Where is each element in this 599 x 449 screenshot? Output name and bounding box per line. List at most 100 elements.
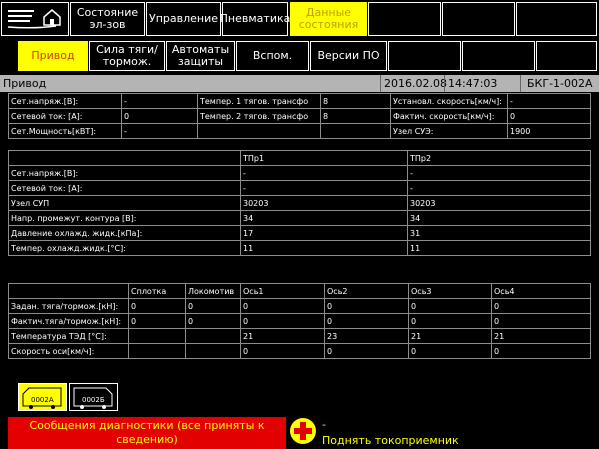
- cell-label: Давление охлажд. жидк.[кПа]:: [8, 225, 241, 241]
- table-row: Давление охлажд. жидк.[кПа]: 17 31: [8, 225, 591, 241]
- cell-value: 0: [324, 343, 409, 359]
- cell-label: Сетевой ток: [А]:: [8, 180, 241, 196]
- table-row: Темпер. охлажд.жидк.[°C]: 11 11: [8, 240, 591, 256]
- cell-value: 0: [128, 313, 186, 329]
- column-header: ТПр1: [240, 150, 408, 166]
- table-row: Скорость оси[км/ч]: 0 0 0 0: [8, 343, 591, 359]
- table-row: Сетевой ток: [А]: - -: [8, 180, 591, 196]
- cell-label: Задан. тяга/тормож.[кН]:: [8, 298, 129, 314]
- cell-value: [320, 123, 391, 139]
- cell-value: 30203: [240, 195, 408, 211]
- cell-value: 11: [407, 240, 591, 256]
- cell-value: 0: [408, 343, 492, 359]
- time-display: 14:47:03: [444, 75, 504, 92]
- column-header: [8, 283, 129, 299]
- loco-section-a-button[interactable]: 0002А: [18, 383, 67, 411]
- tab-empty-2[interactable]: [442, 2, 515, 36]
- cell-label: Сет.Мощность[кВТ]:: [8, 123, 122, 139]
- cell-label: Сет.напряж.[В]:: [8, 165, 241, 181]
- cell-label: Темпер. 1 тягов. трансфо: [197, 93, 321, 109]
- cell-value: [128, 328, 186, 344]
- cell-label: Узел СУП: [8, 195, 241, 211]
- table-row: Сет.напряж.[В]: - Темпер. 1 тягов. транс…: [8, 93, 591, 109]
- cell-label: Темпер. охлажд.жидк.[°C]:: [8, 240, 241, 256]
- cell-label: Сет.напряж.[В]:: [8, 93, 122, 109]
- cell-value: 0: [491, 343, 591, 359]
- menu-home-icon: [7, 9, 61, 29]
- date-display: 2016.02.08: [380, 75, 447, 92]
- tab-auxiliary[interactable]: Вспом.: [236, 41, 309, 71]
- tab-empty-1[interactable]: [368, 2, 441, 36]
- tab-control[interactable]: Управление: [146, 2, 221, 36]
- message-area: - Поднять токоприемник: [320, 417, 599, 449]
- cell-value: 0: [324, 313, 409, 329]
- cell-value: 1900: [507, 123, 591, 139]
- tab-drive[interactable]: Привод: [18, 41, 88, 71]
- cell-value: 0: [408, 298, 492, 314]
- subtab-empty-3[interactable]: [536, 41, 597, 71]
- subtab-empty-1[interactable]: [388, 41, 461, 71]
- cell-value: 0: [491, 313, 591, 329]
- cell-label: Сетевой ток: [А]:: [8, 108, 122, 124]
- diagnostics-messages-button[interactable]: Сообщения диагностики (все приняты к све…: [8, 417, 286, 449]
- cell-value: 0: [185, 298, 241, 314]
- home-button[interactable]: [1, 2, 69, 36]
- locomotive-id: БКГ-1-002А: [520, 75, 599, 92]
- tab-empty-3[interactable]: [516, 2, 597, 36]
- cell-label: Фактич.тяга/тормож.[кН]:: [8, 313, 129, 329]
- cell-label: Фактич. скорость[км/ч]:: [390, 108, 508, 124]
- tab-software-versions[interactable]: Версии ПО: [310, 41, 387, 71]
- tab-pneumatics[interactable]: Пневматика: [220, 2, 290, 36]
- column-header: Локомотив: [185, 283, 241, 299]
- cell-value: 0: [240, 313, 325, 329]
- tab-state-elements[interactable]: Состояние эл-зов: [70, 2, 145, 36]
- cell-value: 31: [407, 225, 591, 241]
- axles-table: Сплотка Локомотив Ось1 Ось2 Ось3 Ось4 За…: [8, 283, 591, 359]
- cell-value: [185, 343, 241, 359]
- cell-value: 0: [121, 108, 198, 124]
- column-header: ТПр2: [407, 150, 591, 166]
- subtab-empty-2[interactable]: [462, 41, 535, 71]
- cell-value: 23: [324, 328, 409, 344]
- table-header-row: Сплотка Локомотив Ось1 Ось2 Ось3 Ось4: [8, 283, 591, 299]
- cell-value: 8: [320, 108, 391, 124]
- cell-label: Темпер. 2 тягов. трансфо: [197, 108, 321, 124]
- cell-value: 17: [240, 225, 408, 241]
- cell-value: 21: [491, 328, 591, 344]
- column-header: Ось2: [324, 283, 409, 299]
- column-header: Сплотка: [128, 283, 186, 299]
- cell-value: 8: [320, 93, 391, 109]
- tab-state-data[interactable]: Данные состояния: [290, 2, 367, 36]
- cell-value: 0: [185, 313, 241, 329]
- cell-label: Напр. промежут. контура [В]:: [8, 210, 241, 226]
- message-line-1: -: [322, 418, 326, 431]
- cell-value: 11: [240, 240, 408, 256]
- table-row: Напр. промежут. контура [В]: 34 34: [8, 210, 591, 226]
- cell-value: 21: [240, 328, 325, 344]
- loco-section-a-label: 0002А: [31, 396, 54, 404]
- cell-value: 0: [240, 343, 325, 359]
- table-row: Фактич.тяга/тормож.[кН]: 0 0 0 0 0 0: [8, 313, 591, 329]
- cell-value: -: [240, 180, 408, 196]
- cell-value: 34: [407, 210, 591, 226]
- warning-plus-icon[interactable]: [290, 418, 316, 444]
- cell-value: 0: [491, 298, 591, 314]
- column-header: Ось4: [491, 283, 591, 299]
- loco-section-b-button[interactable]: 0002Б: [69, 383, 118, 411]
- cell-value: [128, 343, 186, 359]
- cell-value: -: [121, 93, 198, 109]
- tab-circuit-breakers[interactable]: Автоматы защиты: [166, 41, 235, 71]
- column-header: [8, 150, 241, 166]
- cell-label: Температура ТЭД [°C]:: [8, 328, 129, 344]
- main-panel: Сет.напряж.[В]: - Темпер. 1 тягов. транс…: [8, 93, 591, 414]
- cell-value: 0: [128, 298, 186, 314]
- table-header-row: ТПр1 ТПр2: [8, 150, 591, 166]
- cell-value: 0: [408, 313, 492, 329]
- cell-value: -: [407, 165, 591, 181]
- cell-value: -: [121, 123, 198, 139]
- tab-traction-brake[interactable]: Сила тяги/ тормож.: [89, 41, 165, 71]
- message-line-2: Поднять токоприемник: [322, 434, 459, 447]
- cell-label: Скорость оси[км/ч]:: [8, 343, 129, 359]
- cell-value: -: [507, 93, 591, 109]
- table-row: Сетевой ток: [А]: 0 Темпер. 2 тягов. тра…: [8, 108, 591, 124]
